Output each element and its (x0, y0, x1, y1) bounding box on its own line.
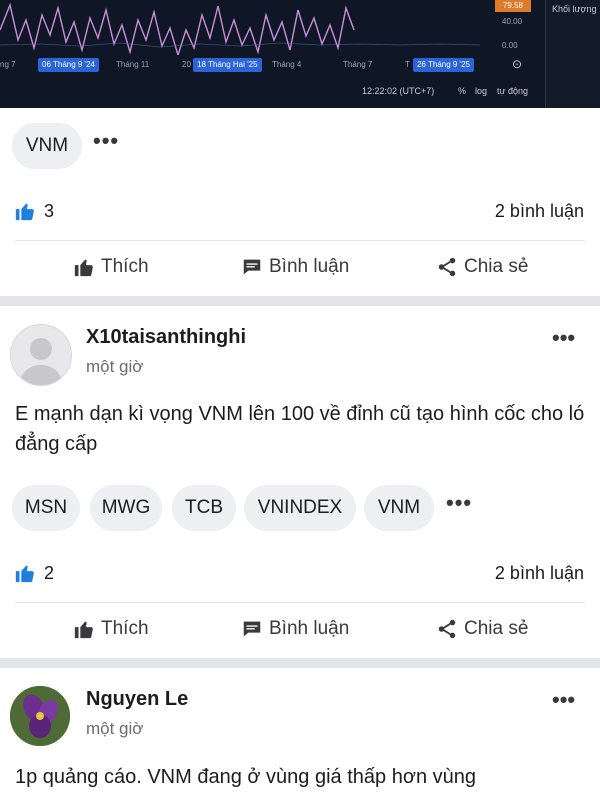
date-label: Tháng 11 (116, 60, 150, 69)
chart-time: 12:22:02 (UTC+7) (362, 86, 435, 96)
flower-avatar-icon (10, 686, 70, 746)
more-dots-icon[interactable]: ••• (552, 325, 575, 351)
more-dots-icon[interactable]: ••• (93, 128, 119, 154)
price-line-chart (0, 2, 481, 58)
tag-tcb[interactable]: TCB (172, 485, 236, 531)
default-avatar-icon (19, 338, 63, 385)
tag-vnindex[interactable]: VNINDEX (244, 485, 356, 531)
comment-bubble-icon (243, 621, 261, 637)
divider (15, 602, 585, 603)
date-label: Tháng 4 (272, 60, 302, 69)
avatar[interactable] (10, 686, 70, 746)
like-button-label: Thích (101, 256, 149, 277)
like-count: 2 (44, 563, 55, 583)
volume-panel-label: Khối lượng (552, 4, 597, 14)
share-icon (438, 257, 456, 277)
date-label: Tháng 7 (343, 60, 373, 69)
post-time: một giờ (86, 357, 144, 376)
share-button[interactable]: Chia sẻ (436, 256, 528, 278)
price-tag: 79.58 (495, 0, 531, 12)
share-icon (438, 619, 456, 639)
comment-count[interactable]: 2 bình luận (495, 201, 584, 222)
post-time: một giờ (86, 719, 144, 738)
post-author[interactable]: Nguyen Le (86, 688, 188, 711)
comment-count[interactable]: 2 bình luận (495, 563, 584, 584)
tag-vnm[interactable]: VNM (12, 123, 82, 169)
thumbs-up-icon (74, 621, 93, 639)
gear-icon[interactable]: ⊙ (512, 57, 522, 71)
axis-value-40: 40.00 (502, 17, 523, 26)
date-label: ng 7 (0, 60, 16, 69)
comment-button-label: Bình luận (269, 618, 350, 639)
comment-bubble-icon (243, 259, 261, 275)
date-label: 20 (182, 60, 191, 69)
post-author[interactable]: X10taisanthinghi (86, 326, 246, 349)
volume-panel: Khối lượng (545, 0, 600, 108)
date-label: T (405, 60, 410, 69)
comment-button[interactable]: Bình luận (241, 618, 349, 640)
tag-mwg[interactable]: MWG (90, 485, 162, 531)
axis-value-0: 0.00 (502, 41, 518, 50)
tag-msn[interactable]: MSN (12, 485, 80, 531)
share-button[interactable]: Chia sẻ (436, 618, 528, 640)
auto-toggle[interactable]: tự động (497, 86, 528, 96)
volume-line (0, 42, 481, 48)
divider (15, 240, 585, 241)
more-dots-icon[interactable]: ••• (446, 490, 472, 516)
chart-status-row: 12:22:02 (UTC+7) % log tự động (0, 80, 545, 102)
post-separator (0, 296, 600, 306)
percent-toggle[interactable]: % (458, 86, 466, 96)
date-axis: ng 7 06 Tháng 9 '24 Tháng 11 20 18 Tháng… (0, 55, 545, 75)
comment-button[interactable]: Bình luận (241, 256, 349, 278)
price-series-line (0, 2, 355, 58)
tag-vnm[interactable]: VNM (364, 485, 434, 531)
date-highlight[interactable]: 06 Tháng 9 '24 (38, 58, 99, 72)
post-separator (0, 658, 600, 668)
avatar[interactable] (10, 324, 72, 386)
thumbs-up-icon (15, 203, 34, 221)
share-button-label: Chia sẻ (464, 618, 529, 639)
stock-chart[interactable]: 79.58 40.00 0.00 ng 7 06 Tháng 9 '24 Thá… (0, 0, 600, 108)
like-count: 3 (44, 201, 55, 221)
post-text: E mạnh dạn kì vọng VNM lên 100 về đỉnh c… (15, 403, 585, 455)
thumbs-up-icon (15, 565, 34, 583)
share-button-label: Chia sẻ (464, 256, 529, 277)
like-button[interactable]: Thích (73, 618, 149, 640)
like-button[interactable]: Thích (73, 256, 149, 278)
thumbs-up-icon (74, 259, 93, 277)
date-highlight[interactable]: 26 Tháng 9 '25 (413, 58, 474, 72)
log-toggle[interactable]: log (475, 86, 487, 96)
more-dots-icon[interactable]: ••• (552, 687, 575, 713)
like-button-label: Thích (101, 618, 149, 639)
post-text: 1p quảng cáo. VNM đang ở vùng giá thấp h… (15, 766, 476, 788)
comment-button-label: Bình luận (269, 256, 350, 277)
date-highlight[interactable]: 18 Tháng Hai '25 (193, 58, 262, 72)
